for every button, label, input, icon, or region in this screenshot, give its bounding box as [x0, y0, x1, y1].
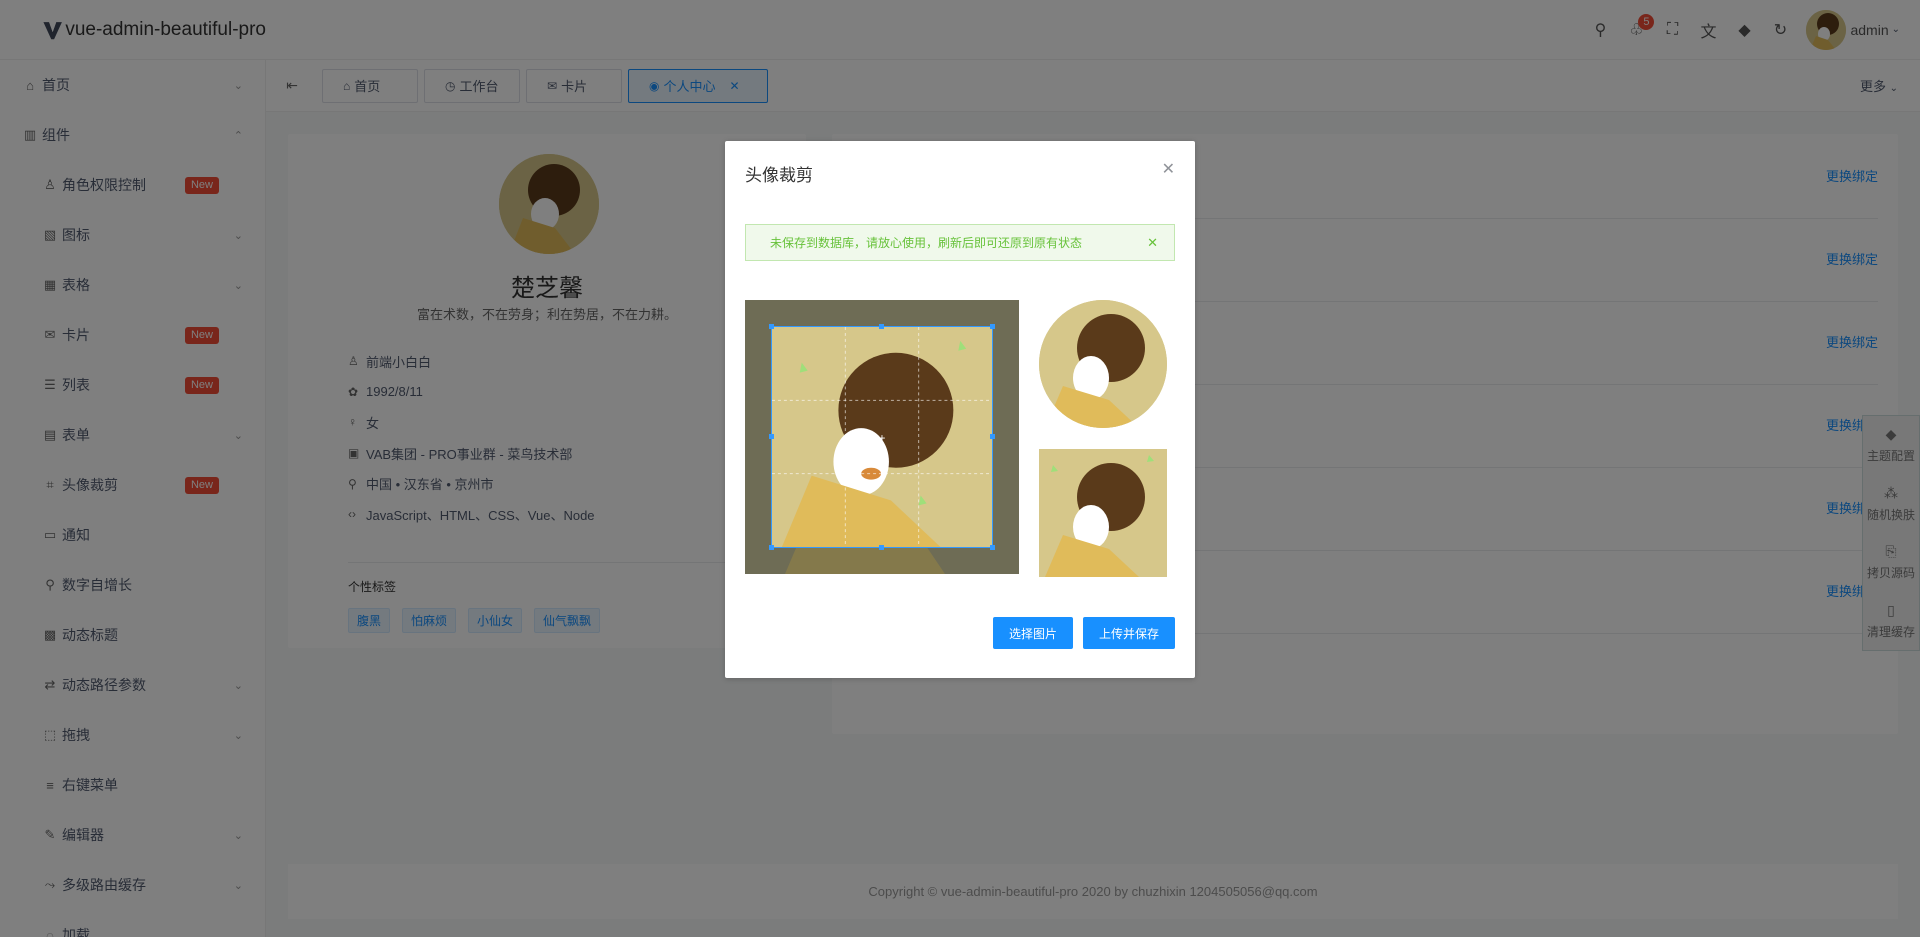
crop-handle[interactable] — [879, 324, 884, 329]
crop-box[interactable]: + — [771, 326, 993, 548]
upload-save-button[interactable]: 上传并保存 — [1083, 617, 1175, 649]
svg-text:+: + — [879, 431, 886, 445]
alert-close-icon[interactable]: ✕ — [1147, 235, 1158, 251]
info-alert: 未保存到数据库，请放心使用，刷新后即可还原到原有状态 ✕ — [745, 224, 1175, 261]
close-icon[interactable]: ✕ — [1162, 159, 1175, 179]
image-cropper[interactable]: + — [745, 300, 1019, 574]
alert-text: 未保存到数据库，请放心使用，刷新后即可还原到原有状态 — [770, 236, 1083, 250]
avatar-crop-dialog: 头像裁剪 ✕ 未保存到数据库，请放心使用，刷新后即可还原到原有状态 ✕ + 选择… — [725, 141, 1195, 678]
crop-handle[interactable] — [879, 545, 884, 550]
crop-area-image: + — [772, 327, 992, 547]
crop-handle[interactable] — [769, 324, 774, 329]
crop-handle[interactable] — [769, 434, 774, 439]
preview-square — [1039, 449, 1167, 577]
select-image-button[interactable]: 选择图片 — [993, 617, 1073, 649]
crop-handle[interactable] — [769, 545, 774, 550]
crop-handle[interactable] — [990, 324, 995, 329]
crop-handle[interactable] — [990, 434, 995, 439]
preview-round — [1039, 300, 1167, 428]
crop-handle[interactable] — [990, 545, 995, 550]
dialog-title: 头像裁剪 — [745, 166, 813, 185]
